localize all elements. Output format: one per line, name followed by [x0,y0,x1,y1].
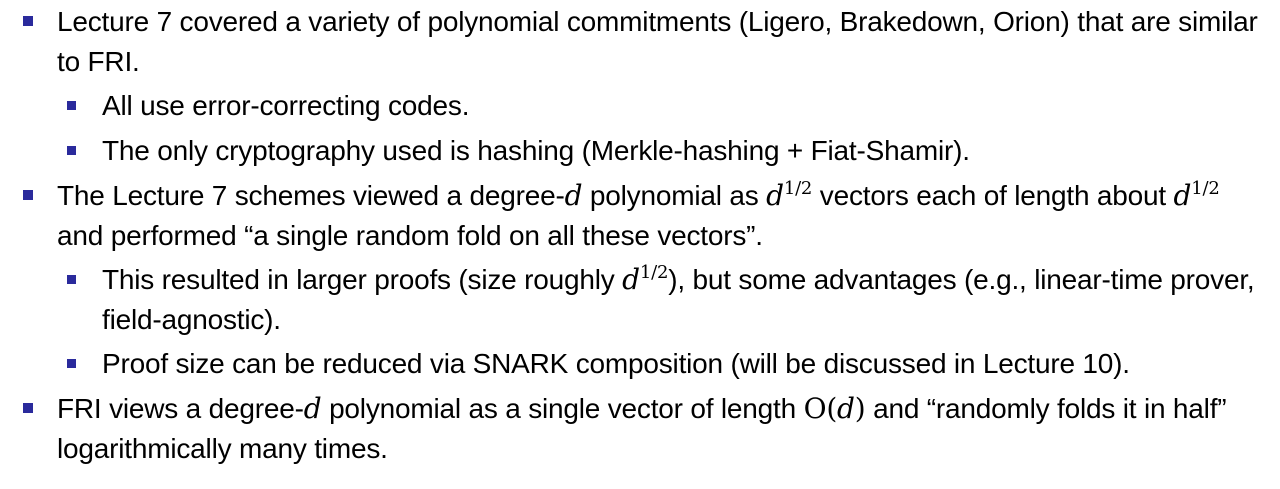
square-bullet-icon [67,359,76,368]
sub-bullet-hashing: The only cryptography used is hashing (M… [0,131,1280,171]
bullet-text: Lecture 7 covered a variety of polynomia… [57,6,1258,77]
bullet-text: Proof size can be reduced via SNARK comp… [102,348,1130,379]
bullet-text: This resulted in larger proofs (size rou… [102,262,1255,335]
math-exponent: 1/2 [783,178,813,199]
math-big-o: O( [803,392,838,425]
square-bullet-icon [67,101,76,110]
square-bullet-icon [23,190,33,200]
square-bullet-icon [67,275,76,284]
bullet-text: FRI views a degree-d polynomial as a sin… [57,392,1227,464]
square-bullet-icon [23,403,33,413]
math-d: d [303,392,322,425]
slide: Lecture 7 covered a variety of polynomia… [0,0,1280,489]
bullet-text: All use error-correcting codes. [102,90,470,121]
sub-bullet-larger-proofs: This resulted in larger proofs (size rou… [0,260,1280,340]
bullet-text: The Lecture 7 schemes viewed a degree-d … [57,178,1220,251]
math-exponent: 1/2 [639,262,669,283]
math-d: d [622,263,640,296]
math-d: d [837,392,855,425]
bullet-text: The only cryptography used is hashing (M… [102,135,970,166]
math-d: d [564,179,583,212]
math-d: d [1173,179,1192,212]
square-bullet-icon [67,146,76,155]
math-exponent: 1/2 [1191,178,1220,199]
bullet-fri-folding: FRI views a degree-d polynomial as a sin… [0,389,1280,469]
sub-bullet-error-correcting: All use error-correcting codes. [0,86,1280,126]
bullet-lecture7-schemes: The Lecture 7 schemes viewed a degree-d … [0,176,1280,256]
square-bullet-icon [23,16,33,26]
bullet-lecture7-overview: Lecture 7 covered a variety of polynomia… [0,2,1280,82]
math-d: d [766,179,784,212]
sub-bullet-snark-composition: Proof size can be reduced via SNARK comp… [0,344,1280,384]
bullet-list: Lecture 7 covered a variety of polynomia… [0,2,1280,469]
